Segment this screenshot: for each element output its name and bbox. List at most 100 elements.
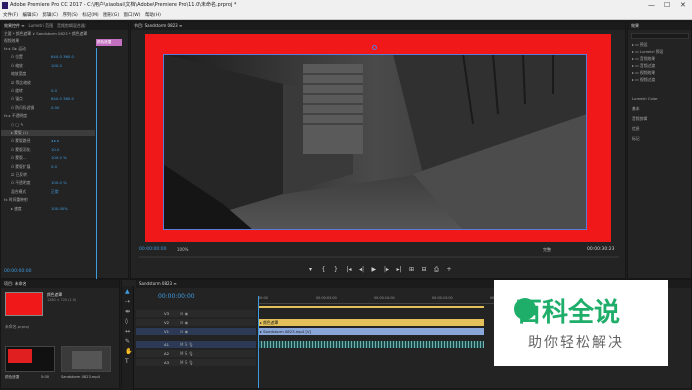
track-mute-solo-icon[interactable]: M S 🎙 [180, 350, 194, 357]
go-to-out-button[interactable]: ▸| [397, 266, 402, 273]
clip-header[interactable]: 主要 * 颜色遮罩 ∨ Sandstorm 0823 * 颜色遮罩 [4, 31, 87, 37]
playhead-line[interactable] [96, 48, 97, 280]
effect-row[interactable]: Ö 缩放 100.0 [1, 63, 95, 69]
effect-row[interactable]: Ö 蒙版扩展 0.0 [1, 164, 95, 170]
effect-row-value[interactable]: 0.0 [51, 88, 57, 94]
effect-row[interactable]: ▸ 速度 100.00% [1, 206, 95, 212]
pen-tool-icon[interactable]: ✎ [125, 338, 130, 345]
effect-row-value[interactable]: 100.0 % [51, 180, 67, 186]
menu-marker[interactable]: 标记(M) [82, 13, 98, 18]
export-frame-button[interactable]: ⎙ [434, 266, 439, 274]
effect-row[interactable]: 混合模式 正常 [1, 189, 95, 195]
mark-out-button[interactable]: } [334, 266, 338, 273]
menu-window[interactable]: 窗口(W) [124, 13, 141, 18]
quality-select[interactable]: 完整 [543, 247, 551, 253]
menu-graphics[interactable]: 图形(G) [103, 13, 119, 18]
effect-row-value[interactable]: 100.0 % [51, 155, 67, 161]
menu-sequence[interactable]: 序列(S) [62, 13, 77, 18]
effect-row-value[interactable]: 100.00% [51, 206, 68, 212]
step-forward-button[interactable]: |▸ [384, 266, 389, 273]
go-to-in-button[interactable]: |◂ [347, 266, 352, 273]
timeline-playhead[interactable] [258, 296, 259, 388]
track-header[interactable]: V3 ⊟ ◉ [136, 310, 256, 317]
track-visibility-icon[interactable]: ⊟ ◉ [180, 319, 188, 326]
effect-row-value[interactable]: 10.0 [51, 147, 59, 153]
effect-controls-timecode[interactable]: 00:00:00:00 [4, 269, 31, 274]
program-scrub-bar[interactable] [139, 256, 619, 258]
timeline-timecode[interactable]: 00:00:00:00 [158, 293, 195, 300]
effect-row[interactable]: Ö 旋转 0.0 [1, 88, 95, 94]
play-button[interactable]: ▶ [372, 266, 377, 273]
timeline-clip-mask[interactable]: ▸ 颜色遮罩 [258, 319, 484, 326]
close-button[interactable]: ✕ [680, 0, 686, 11]
effect-row-value[interactable]: 0.0 [51, 164, 57, 170]
extract-button[interactable]: ⊟ [422, 266, 427, 273]
ripple-edit-tool-icon[interactable]: ⇹ [125, 308, 130, 315]
track-select-tool-icon[interactable]: ⇢ [125, 298, 130, 305]
effect-row[interactable]: ☑ 等比缩放 [1, 80, 95, 86]
slip-tool-icon[interactable]: ↔ [125, 328, 130, 335]
effect-row[interactable]: 缩放宽度 [1, 71, 95, 77]
effect-row[interactable]: ▸ 蒙版 (1) [1, 130, 95, 136]
effect-row-value[interactable]: ◂ ▸ ▸ [51, 138, 59, 144]
program-timecode[interactable]: 00:00:00:00 [139, 247, 166, 252]
effects-search-input[interactable] [631, 33, 689, 39]
maximize-button[interactable]: ☐ [664, 0, 670, 11]
effect-row[interactable]: fx 时间重映射 [1, 197, 95, 203]
transform-bounding-box[interactable] [163, 54, 587, 230]
lumetri-color-item[interactable]: Lumetri Color [632, 96, 658, 101]
menu-edit[interactable]: 编辑(E) [23, 13, 38, 18]
effect-row[interactable]: Ö 蒙版... 100.0 % [1, 155, 95, 161]
menu-help[interactable]: 帮助(H) [145, 13, 161, 18]
project-item-thumb-mask[interactable] [5, 346, 55, 372]
effects-folder-item[interactable]: ▸ ▭ 音频过渡 [632, 63, 655, 69]
timeline-clip-audio[interactable] [258, 341, 484, 348]
timeline-clip-video[interactable]: ▸ Sandstorm 0823.mp4 [V] [258, 328, 484, 335]
effect-row-value[interactable]: 640.0 360.0 [51, 96, 74, 102]
zoom-select[interactable]: 100% [177, 247, 188, 252]
panel-section-tab[interactable]: 信息 [632, 126, 640, 132]
track-visibility-icon[interactable]: ⊟ ◉ [180, 328, 188, 335]
add-marker-button[interactable]: ▾ [309, 266, 312, 273]
effect-row[interactable]: Ö 锚点 640.0 360.0 [1, 96, 95, 102]
minimize-button[interactable]: — [648, 0, 655, 11]
track-header[interactable]: V1 ⊟ ◉ [136, 328, 256, 335]
selection-tool-icon[interactable]: ▲ [125, 288, 130, 295]
step-back-button[interactable]: ◂| [359, 266, 364, 273]
track-header[interactable]: A2 M S 🎙 [136, 350, 256, 357]
hand-tool-icon[interactable]: ✋ [125, 348, 132, 355]
track-header[interactable]: A1 M S 🎙 [136, 341, 256, 348]
lift-button[interactable]: ⊞ [409, 266, 414, 273]
panel-section-tab[interactable]: 标记 [632, 136, 640, 142]
button-editor-button[interactable]: + [447, 266, 452, 273]
effect-row[interactable]: ☑ 已反转 [1, 172, 95, 178]
color-matte-layer[interactable] [145, 34, 611, 242]
effect-row-value[interactable]: 0.00 [51, 105, 59, 111]
effect-row-value[interactable]: 正常 [51, 189, 59, 195]
track-header[interactable]: A3 M S 🎙 [136, 359, 256, 366]
anchor-point-handle[interactable] [372, 45, 377, 50]
effect-row[interactable]: fx ▸ 不透明度 [1, 113, 95, 119]
effects-folder-item[interactable]: ▸ ▭ 预设 [632, 42, 648, 48]
track-visibility-icon[interactable]: ⊟ ◉ [180, 310, 188, 317]
mini-timeline-clip[interactable]: 颜色遮罩 [96, 39, 122, 46]
effect-row[interactable]: Ö 位置 640.0 360.0 [1, 54, 95, 60]
menu-file[interactable]: 文件(F) [3, 13, 18, 18]
panel-section-tab[interactable]: 基本 [632, 106, 640, 112]
tab-effect-controls[interactable]: 效果控件 ≡ [4, 23, 25, 28]
effects-folder-item[interactable]: ▸ ▭ 视频效果 [632, 70, 655, 76]
project-item-thumb-video[interactable] [61, 346, 111, 372]
effect-row-value[interactable]: 100.0 [51, 63, 62, 69]
track-header[interactable]: V2 ⊟ ◉ [136, 319, 256, 326]
effect-row[interactable]: Ö 不透明度 100.0 % [1, 180, 95, 186]
effects-folder-item[interactable]: ▸ ▭ 音频效果 [632, 56, 655, 62]
effect-row[interactable]: Ö 防闪烁滤镜 0.00 [1, 105, 95, 111]
razor-tool-icon[interactable]: ◊ [125, 318, 128, 325]
effect-row[interactable]: fx ▸ ⊡▸ 运动 [1, 46, 95, 52]
effect-row-value[interactable]: 640.0 360.0 [51, 54, 74, 60]
tab-lumetri-scopes[interactable]: Lumetri 范围 [28, 23, 53, 28]
menu-clip[interactable]: 剪辑(C) [42, 13, 58, 18]
type-tool-icon[interactable]: T [125, 358, 129, 365]
work-area-bar[interactable] [258, 306, 484, 308]
effect-row[interactable]: ○ □ ✎ [1, 122, 95, 128]
